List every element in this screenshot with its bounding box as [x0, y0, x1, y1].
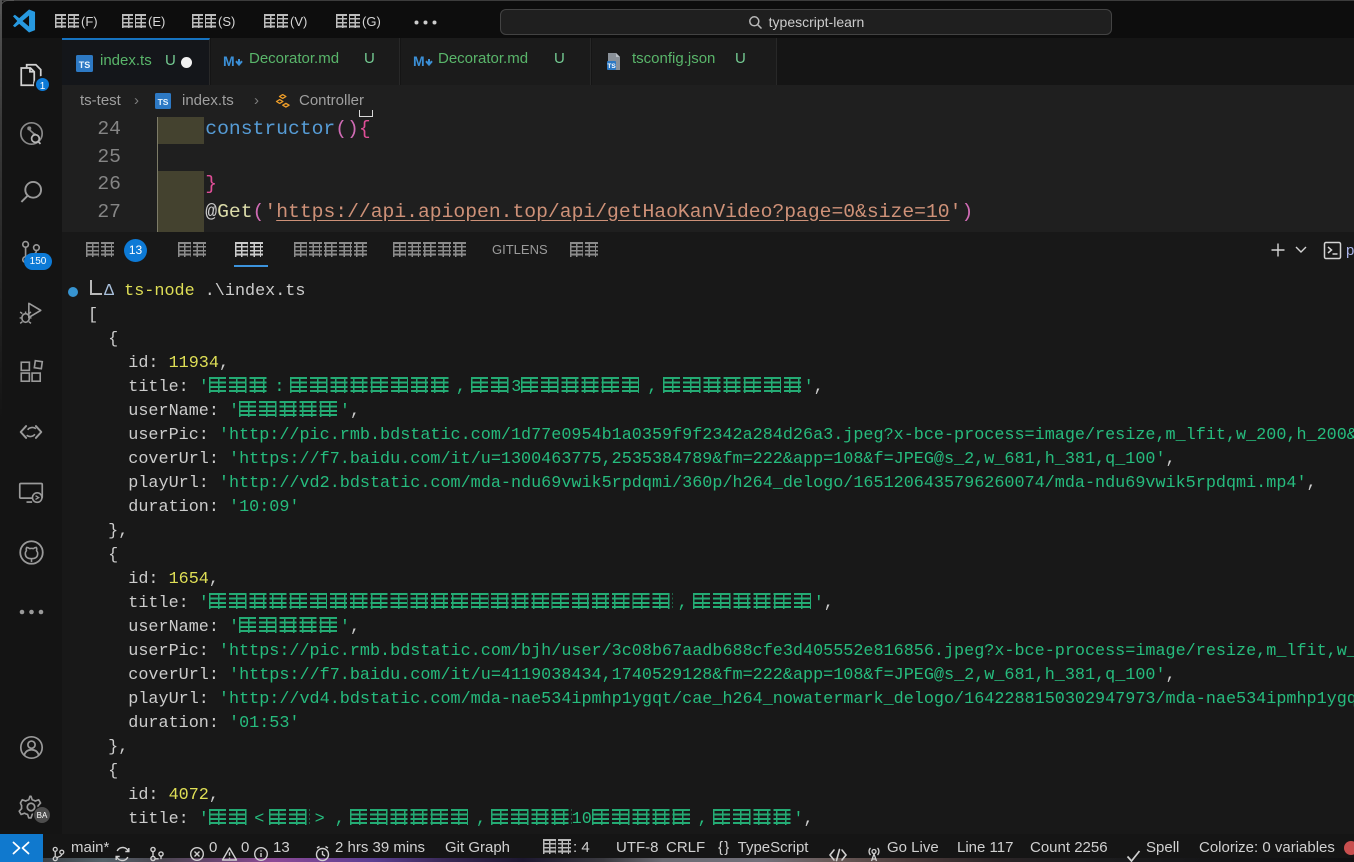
- svg-text:M: M: [413, 53, 425, 69]
- svg-text:TS: TS: [158, 97, 169, 107]
- svg-text:M: M: [223, 53, 235, 69]
- svg-text:TS: TS: [607, 63, 616, 70]
- svg-text:TS: TS: [79, 60, 91, 70]
